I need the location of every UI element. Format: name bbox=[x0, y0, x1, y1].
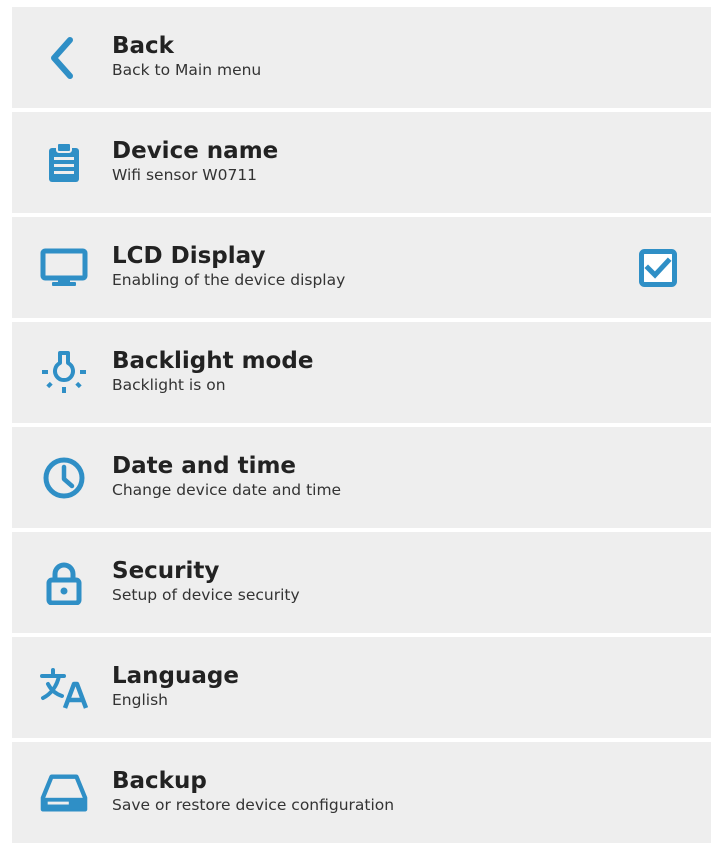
menu-item-subtitle: Backlight is on bbox=[112, 376, 226, 394]
checkbox-checked-icon bbox=[639, 248, 677, 287]
menu-item-lcd-display[interactable]: LCD Display Enabling of the device displ… bbox=[12, 217, 711, 318]
lightbulb-icon bbox=[40, 349, 88, 397]
menu-item-subtitle: Enabling of the device display bbox=[112, 271, 346, 289]
lock-icon bbox=[40, 559, 88, 607]
menu-item-title: Device name bbox=[112, 138, 279, 164]
menu-item-title: Backup bbox=[112, 768, 207, 794]
menu-item-title: Language bbox=[112, 663, 239, 689]
menu-item-text: Date and time Change device date and tim… bbox=[112, 453, 631, 500]
menu-item-security[interactable]: Security Setup of device security bbox=[12, 532, 711, 633]
clipboard-icon bbox=[40, 139, 88, 187]
chevron-left-icon bbox=[40, 34, 88, 82]
menu-item-title: LCD Display bbox=[112, 243, 266, 269]
menu-item-subtitle: Back to Main menu bbox=[112, 61, 262, 79]
menu-item-device-name[interactable]: Device name Wifi sensor W0711 bbox=[12, 112, 711, 213]
menu-item-text: Backup Save or restore device configurat… bbox=[112, 768, 631, 815]
menu-item-subtitle: Change device date and time bbox=[112, 481, 342, 499]
menu-item-subtitle: English bbox=[112, 691, 168, 709]
menu-item-title: Date and time bbox=[112, 453, 297, 479]
menu-item-text: Back Back to Main menu bbox=[112, 33, 631, 80]
menu-item-title: Backlight mode bbox=[112, 348, 314, 374]
menu-item-text: Language English bbox=[112, 663, 631, 710]
menu-item-subtitle: Setup of device security bbox=[112, 586, 300, 604]
clock-icon bbox=[40, 454, 88, 502]
settings-menu: Back Back to Main menu Device name Wifi … bbox=[12, 7, 711, 843]
menu-item-backlight-mode[interactable]: Backlight mode Backlight is on bbox=[12, 322, 711, 423]
menu-item-subtitle: Wifi sensor W0711 bbox=[112, 166, 258, 184]
menu-item-title: Back bbox=[112, 33, 174, 59]
menu-item-text: Backlight mode Backlight is on bbox=[112, 348, 631, 395]
translate-icon bbox=[40, 664, 88, 712]
menu-item-text: LCD Display Enabling of the device displ… bbox=[112, 243, 631, 290]
menu-item-title: Security bbox=[112, 558, 220, 584]
menu-item-back[interactable]: Back Back to Main menu bbox=[12, 7, 711, 108]
menu-item-text: Device name Wifi sensor W0711 bbox=[112, 138, 631, 185]
monitor-icon bbox=[40, 244, 88, 292]
menu-item-subtitle: Save or restore device configuration bbox=[112, 796, 395, 814]
menu-item-text: Security Setup of device security bbox=[112, 558, 631, 605]
lcd-display-checkbox[interactable] bbox=[639, 248, 677, 287]
menu-item-language[interactable]: Language English bbox=[12, 637, 711, 738]
menu-item-backup[interactable]: Backup Save or restore device configurat… bbox=[12, 742, 711, 843]
menu-item-date-and-time[interactable]: Date and time Change device date and tim… bbox=[12, 427, 711, 528]
backup-drive-icon bbox=[40, 769, 88, 817]
